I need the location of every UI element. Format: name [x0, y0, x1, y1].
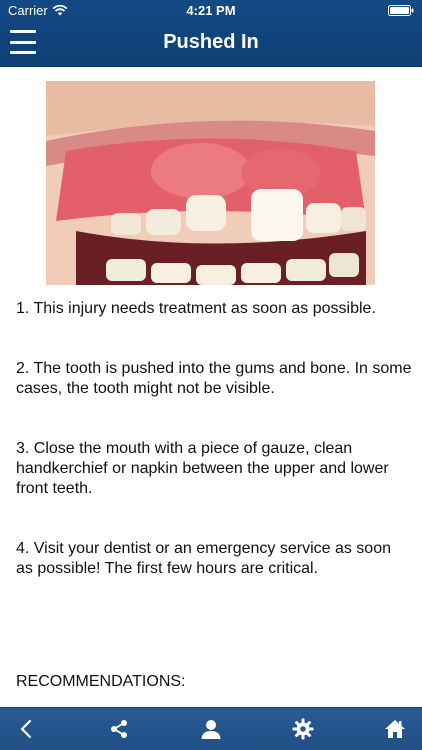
chevron-left-icon — [20, 719, 32, 739]
gear-icon — [292, 718, 314, 740]
home-icon — [385, 720, 405, 738]
header: Carrier 4:21 PM Pushed In — [0, 0, 422, 67]
instruction-step: 2. The tooth is pushed into the gums and… — [16, 360, 412, 397]
nav-bar: Pushed In — [0, 22, 422, 66]
battery-icon — [388, 5, 414, 16]
home-button[interactable] — [380, 714, 410, 744]
settings-button[interactable] — [288, 714, 318, 744]
instruction-list: 1. This injury needs treatment as soon a… — [16, 299, 412, 579]
profile-icon — [201, 720, 221, 739]
mouth-illustration — [46, 81, 375, 285]
instruction-step: 1. This injury needs treatment as soon a… — [16, 300, 376, 317]
status-bar: Carrier 4:21 PM — [0, 0, 422, 22]
content-area[interactable]: 1. This injury needs treatment as soon a… — [0, 67, 422, 707]
app-screen: Carrier 4:21 PM Pushed In 1. This injury… — [0, 0, 422, 750]
profile-button[interactable] — [196, 714, 226, 744]
back-button[interactable] — [12, 714, 42, 744]
clock-time: 4:21 PM — [186, 3, 236, 18]
share-icon — [111, 720, 127, 738]
instruction-step: 4. Visit your dentist or an emergency se… — [16, 540, 391, 577]
page-title: Pushed In — [163, 31, 259, 53]
bottom-toolbar — [0, 707, 422, 750]
instruction-step: 3. Close the mouth with a piece of gauze… — [16, 440, 389, 497]
recommendations-heading: RECOMMENDATIONS: — [16, 673, 186, 690]
injury-photo — [46, 81, 375, 285]
share-button[interactable] — [104, 714, 134, 744]
